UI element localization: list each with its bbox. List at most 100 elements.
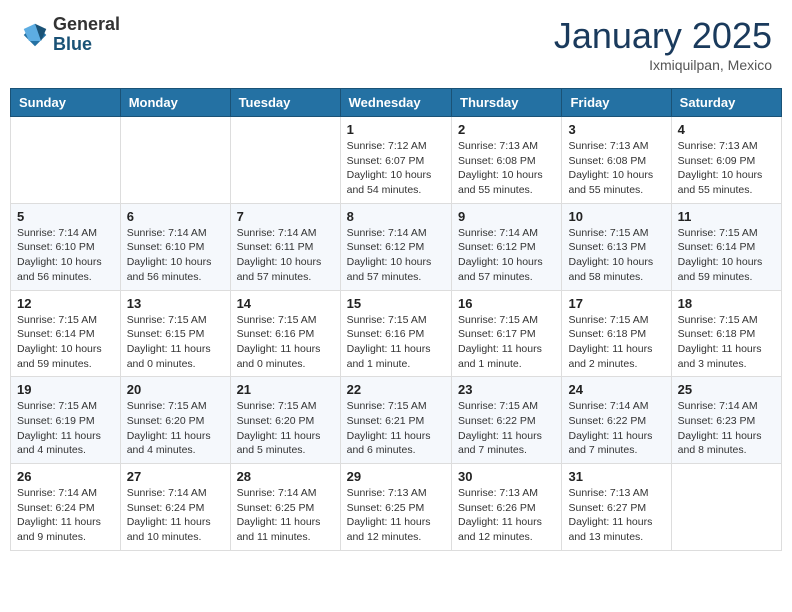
calendar-cell: 16Sunrise: 7:15 AM Sunset: 6:17 PM Dayli… xyxy=(452,290,562,377)
day-info: Sunrise: 7:15 AM Sunset: 6:20 PM Dayligh… xyxy=(127,399,224,458)
day-info: Sunrise: 7:15 AM Sunset: 6:14 PM Dayligh… xyxy=(17,313,114,372)
calendar-cell: 6 Sunrise: 7:14 AM Sunset: 6:10 PM Daylig… xyxy=(120,203,230,290)
column-header-sunday: Sunday xyxy=(11,89,121,117)
day-info: Sunrise: 7:14 AM Sunset: 6:10 PM Dayligh… xyxy=(17,226,114,285)
day-number: 6 xyxy=(127,209,224,224)
day-number: 22 xyxy=(347,382,445,397)
column-header-friday: Friday xyxy=(562,89,671,117)
day-info: Sunrise: 7:13 AM Sunset: 6:26 PM Dayligh… xyxy=(458,486,555,545)
calendar-cell: 15 Sunrise: 7:15 AM Sunset: 6:16 PM Dayli… xyxy=(340,290,451,377)
day-info: Sunrise: 7:14 AM Sunset: 6:10 PM Dayligh… xyxy=(127,226,224,285)
day-number: 1 xyxy=(347,122,445,137)
day-number: 12 xyxy=(17,296,114,311)
calendar-cell: 27 Sunrise: 7:14 AM Sunset: 6:24 PM Dayli… xyxy=(120,464,230,551)
logo-text: General Blue xyxy=(53,15,120,55)
calendar-cell: 1Sunrise: 7:12 AM Sunset: 6:07 PM Daylig… xyxy=(340,117,451,204)
page-header: General Blue January 2025 Ixmiquilpan, M… xyxy=(10,10,782,78)
day-info: Sunrise: 7:15 AM Sunset: 6:15 PM Dayligh… xyxy=(127,313,224,372)
calendar-week-3: 12 Sunrise: 7:15 AM Sunset: 6:14 PM Dayli… xyxy=(11,290,782,377)
calendar-cell: 2Sunrise: 7:13 AM Sunset: 6:08 PM Daylig… xyxy=(452,117,562,204)
day-number: 26 xyxy=(17,469,114,484)
day-info: Sunrise: 7:14 AM Sunset: 6:24 PM Dayligh… xyxy=(127,486,224,545)
day-info: Sunrise: 7:13 AM Sunset: 6:09 PM Dayligh… xyxy=(678,139,775,198)
calendar-cell: 10 Sunrise: 7:15 AM Sunset: 6:13 PM Dayli… xyxy=(562,203,671,290)
calendar-cell: 23Sunrise: 7:15 AM Sunset: 6:22 PM Dayli… xyxy=(452,377,562,464)
day-number: 25 xyxy=(678,382,775,397)
calendar-cell: 21 Sunrise: 7:15 AM Sunset: 6:20 PM Dayli… xyxy=(230,377,340,464)
calendar-cell: 14 Sunrise: 7:15 AM Sunset: 6:16 PM Dayli… xyxy=(230,290,340,377)
day-info: Sunrise: 7:14 AM Sunset: 6:11 PM Dayligh… xyxy=(237,226,334,285)
calendar-cell: 12 Sunrise: 7:15 AM Sunset: 6:14 PM Dayli… xyxy=(11,290,121,377)
day-number: 27 xyxy=(127,469,224,484)
calendar-cell: 5Sunrise: 7:14 AM Sunset: 6:10 PM Daylig… xyxy=(11,203,121,290)
day-info: Sunrise: 7:15 AM Sunset: 6:18 PM Dayligh… xyxy=(678,313,775,372)
day-info: Sunrise: 7:13 AM Sunset: 6:27 PM Dayligh… xyxy=(568,486,664,545)
column-header-saturday: Saturday xyxy=(671,89,781,117)
day-info: Sunrise: 7:15 AM Sunset: 6:13 PM Dayligh… xyxy=(568,226,664,285)
day-info: Sunrise: 7:15 AM Sunset: 6:14 PM Dayligh… xyxy=(678,226,775,285)
day-info: Sunrise: 7:15 AM Sunset: 6:21 PM Dayligh… xyxy=(347,399,445,458)
calendar-cell: 22 Sunrise: 7:15 AM Sunset: 6:21 PM Dayli… xyxy=(340,377,451,464)
day-number: 18 xyxy=(678,296,775,311)
day-number: 3 xyxy=(568,122,664,137)
day-info: Sunrise: 7:14 AM Sunset: 6:12 PM Dayligh… xyxy=(347,226,445,285)
day-number: 20 xyxy=(127,382,224,397)
day-number: 8 xyxy=(347,209,445,224)
column-header-wednesday: Wednesday xyxy=(340,89,451,117)
calendar-week-1: 1Sunrise: 7:12 AM Sunset: 6:07 PM Daylig… xyxy=(11,117,782,204)
column-header-monday: Monday xyxy=(120,89,230,117)
day-number: 11 xyxy=(678,209,775,224)
day-number: 24 xyxy=(568,382,664,397)
day-info: Sunrise: 7:15 AM Sunset: 6:18 PM Dayligh… xyxy=(568,313,664,372)
calendar-cell xyxy=(671,464,781,551)
day-number: 29 xyxy=(347,469,445,484)
calendar-week-4: 19 Sunrise: 7:15 AM Sunset: 6:19 PM Dayli… xyxy=(11,377,782,464)
day-number: 9 xyxy=(458,209,555,224)
day-number: 13 xyxy=(127,296,224,311)
calendar-cell: 13 Sunrise: 7:15 AM Sunset: 6:15 PM Dayli… xyxy=(120,290,230,377)
calendar-cell: 28Sunrise: 7:14 AM Sunset: 6:25 PM Dayli… xyxy=(230,464,340,551)
calendar-header-row: SundayMondayTuesdayWednesdayThursdayFrid… xyxy=(11,89,782,117)
calendar-cell: 24 Sunrise: 7:14 AM Sunset: 6:22 PM Dayli… xyxy=(562,377,671,464)
column-header-tuesday: Tuesday xyxy=(230,89,340,117)
calendar-cell: 7 Sunrise: 7:14 AM Sunset: 6:11 PM Daylig… xyxy=(230,203,340,290)
day-number: 14 xyxy=(237,296,334,311)
day-info: Sunrise: 7:14 AM Sunset: 6:22 PM Dayligh… xyxy=(568,399,664,458)
day-number: 23 xyxy=(458,382,555,397)
calendar-cell: 3 Sunrise: 7:13 AM Sunset: 6:08 PM Daylig… xyxy=(562,117,671,204)
day-info: Sunrise: 7:15 AM Sunset: 6:19 PM Dayligh… xyxy=(17,399,114,458)
calendar-cell: 29 Sunrise: 7:13 AM Sunset: 6:25 PM Dayli… xyxy=(340,464,451,551)
calendar-cell: 4 Sunrise: 7:13 AM Sunset: 6:09 PM Daylig… xyxy=(671,117,781,204)
day-number: 19 xyxy=(17,382,114,397)
day-number: 10 xyxy=(568,209,664,224)
day-info: Sunrise: 7:15 AM Sunset: 6:16 PM Dayligh… xyxy=(347,313,445,372)
day-info: Sunrise: 7:15 AM Sunset: 6:16 PM Dayligh… xyxy=(237,313,334,372)
day-number: 17 xyxy=(568,296,664,311)
day-info: Sunrise: 7:15 AM Sunset: 6:20 PM Dayligh… xyxy=(237,399,334,458)
column-header-thursday: Thursday xyxy=(452,89,562,117)
calendar-cell xyxy=(11,117,121,204)
calendar-cell: 18 Sunrise: 7:15 AM Sunset: 6:18 PM Dayli… xyxy=(671,290,781,377)
day-number: 31 xyxy=(568,469,664,484)
calendar-cell: 17 Sunrise: 7:15 AM Sunset: 6:18 PM Dayli… xyxy=(562,290,671,377)
calendar-cell: 8 Sunrise: 7:14 AM Sunset: 6:12 PM Daylig… xyxy=(340,203,451,290)
calendar-cell: 19 Sunrise: 7:15 AM Sunset: 6:19 PM Dayli… xyxy=(11,377,121,464)
day-info: Sunrise: 7:14 AM Sunset: 6:12 PM Dayligh… xyxy=(458,226,555,285)
day-info: Sunrise: 7:13 AM Sunset: 6:08 PM Dayligh… xyxy=(568,139,664,198)
logo: General Blue xyxy=(20,15,120,55)
day-number: 7 xyxy=(237,209,334,224)
day-info: Sunrise: 7:13 AM Sunset: 6:25 PM Dayligh… xyxy=(347,486,445,545)
day-info: Sunrise: 7:14 AM Sunset: 6:24 PM Dayligh… xyxy=(17,486,114,545)
logo-general-text: General xyxy=(53,15,120,35)
calendar-cell: 26 Sunrise: 7:14 AM Sunset: 6:24 PM Dayli… xyxy=(11,464,121,551)
calendar-cell: 30 Sunrise: 7:13 AM Sunset: 6:26 PM Dayli… xyxy=(452,464,562,551)
calendar-cell xyxy=(230,117,340,204)
calendar-cell: 20 Sunrise: 7:15 AM Sunset: 6:20 PM Dayli… xyxy=(120,377,230,464)
day-number: 21 xyxy=(237,382,334,397)
calendar-week-5: 26 Sunrise: 7:14 AM Sunset: 6:24 PM Dayli… xyxy=(11,464,782,551)
day-number: 15 xyxy=(347,296,445,311)
day-number: 16 xyxy=(458,296,555,311)
day-number: 4 xyxy=(678,122,775,137)
logo-icon xyxy=(20,20,50,50)
day-number: 30 xyxy=(458,469,555,484)
